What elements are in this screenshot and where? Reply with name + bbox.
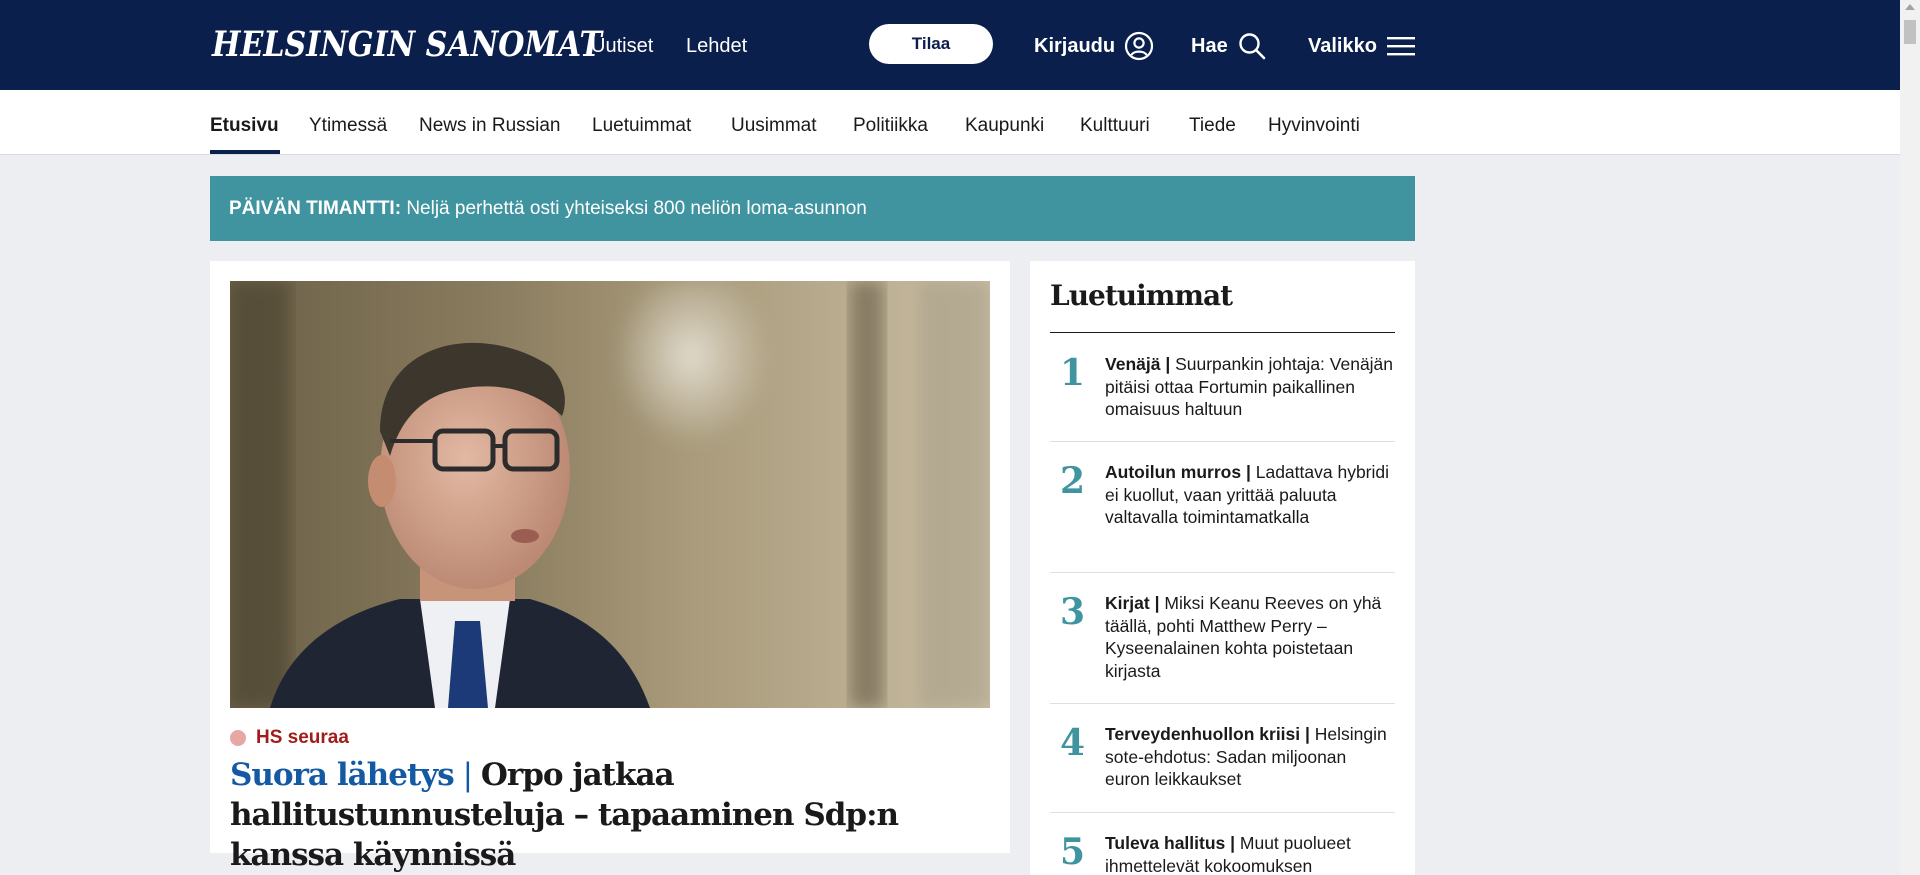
most-read-title: Luetuimmat	[1050, 279, 1233, 312]
tab-ytimessa[interactable]: Ytimessä	[309, 114, 387, 138]
divider	[1050, 703, 1395, 704]
top-header: HELSINGIN SANOMAT Uutiset Lehdet Tilaa K…	[0, 0, 1900, 90]
tab-etusivu[interactable]: Etusivu	[210, 114, 279, 138]
scrollbar-thumb[interactable]	[1904, 20, 1916, 44]
tab-kulttuuri[interactable]: Kulttuuri	[1080, 114, 1150, 138]
divider	[1050, 441, 1395, 442]
nav-uutiset[interactable]: Uutiset	[591, 34, 653, 58]
lead-story-image	[230, 281, 990, 708]
banner-text: Neljä perhettä osti yhteiseksi 800 neliö…	[401, 198, 867, 219]
live-kicker: HS seuraa	[230, 727, 349, 749]
kicker-label: HS seuraa	[256, 727, 349, 748]
search-icon	[1237, 31, 1267, 61]
headline-separator: |	[453, 757, 481, 793]
rank-number: 5	[1060, 831, 1086, 873]
tab-luetuimmat[interactable]: Luetuimmat	[592, 114, 691, 138]
rank-number: 2	[1060, 460, 1086, 502]
item-section: Tuleva hallitus |	[1105, 833, 1236, 853]
banner-label: PÄIVÄN TIMANTTI:	[229, 198, 402, 219]
divider	[1050, 572, 1395, 573]
tab-uusimmat[interactable]: Uusimmat	[731, 114, 817, 138]
tab-kaupunki[interactable]: Kaupunki	[965, 114, 1044, 138]
rank-number: 4	[1060, 722, 1086, 764]
login-label: Kirjaudu	[1034, 34, 1116, 57]
tab-tiede[interactable]: Tiede	[1189, 114, 1236, 138]
item-section: Autoilun murros |	[1105, 462, 1251, 482]
lead-headline[interactable]: Suora lähetys | Orpo jatkaa hallitustunn…	[230, 755, 1000, 875]
item-section: Kirjat |	[1105, 593, 1160, 613]
logo[interactable]: HELSINGIN SANOMAT	[212, 22, 602, 68]
menu-button[interactable]: Valikko	[1308, 30, 1416, 62]
tab-hyvinvointi[interactable]: Hyvinvointi	[1268, 114, 1360, 138]
section-nav: Etusivu Ytimessä News in Russian Luetuim…	[0, 90, 1900, 155]
nav-lehdet[interactable]: Lehdet	[686, 34, 747, 58]
login-button[interactable]: Kirjaudu	[1034, 30, 1154, 62]
most-read-panel: Luetuimmat 1 Venäjä | Suurpankin johtaja…	[1030, 261, 1415, 875]
live-tag: Suora lähetys	[230, 757, 455, 793]
page-scrollbar[interactable]	[1900, 0, 1920, 875]
scroll-up-arrow-icon[interactable]	[1905, 4, 1915, 10]
most-read-rule	[1050, 332, 1395, 333]
rank-number: 1	[1060, 352, 1086, 394]
user-icon	[1124, 31, 1154, 61]
divider	[1050, 812, 1395, 813]
live-dot-icon	[230, 730, 246, 746]
tab-politiikka[interactable]: Politiikka	[853, 114, 928, 138]
tab-news-in-russian[interactable]: News in Russian	[419, 114, 561, 138]
hamburger-icon	[1386, 34, 1416, 58]
daily-diamond-banner[interactable]: PÄIVÄN TIMANTTI: Neljä perhettä osti yht…	[210, 176, 1415, 241]
search-button[interactable]: Hae	[1191, 30, 1267, 62]
menu-label: Valikko	[1308, 34, 1377, 57]
item-section: Venäjä |	[1105, 354, 1171, 374]
active-tab-indicator	[210, 150, 280, 154]
item-section: Terveydenhuollon kriisi |	[1105, 724, 1310, 744]
search-label: Hae	[1191, 34, 1228, 57]
lead-story-card[interactable]: HS seuraa Suora lähetys | Orpo jatkaa ha…	[210, 261, 1010, 873]
subscribe-button[interactable]: Tilaa	[869, 24, 993, 64]
rank-number: 3	[1060, 591, 1086, 633]
